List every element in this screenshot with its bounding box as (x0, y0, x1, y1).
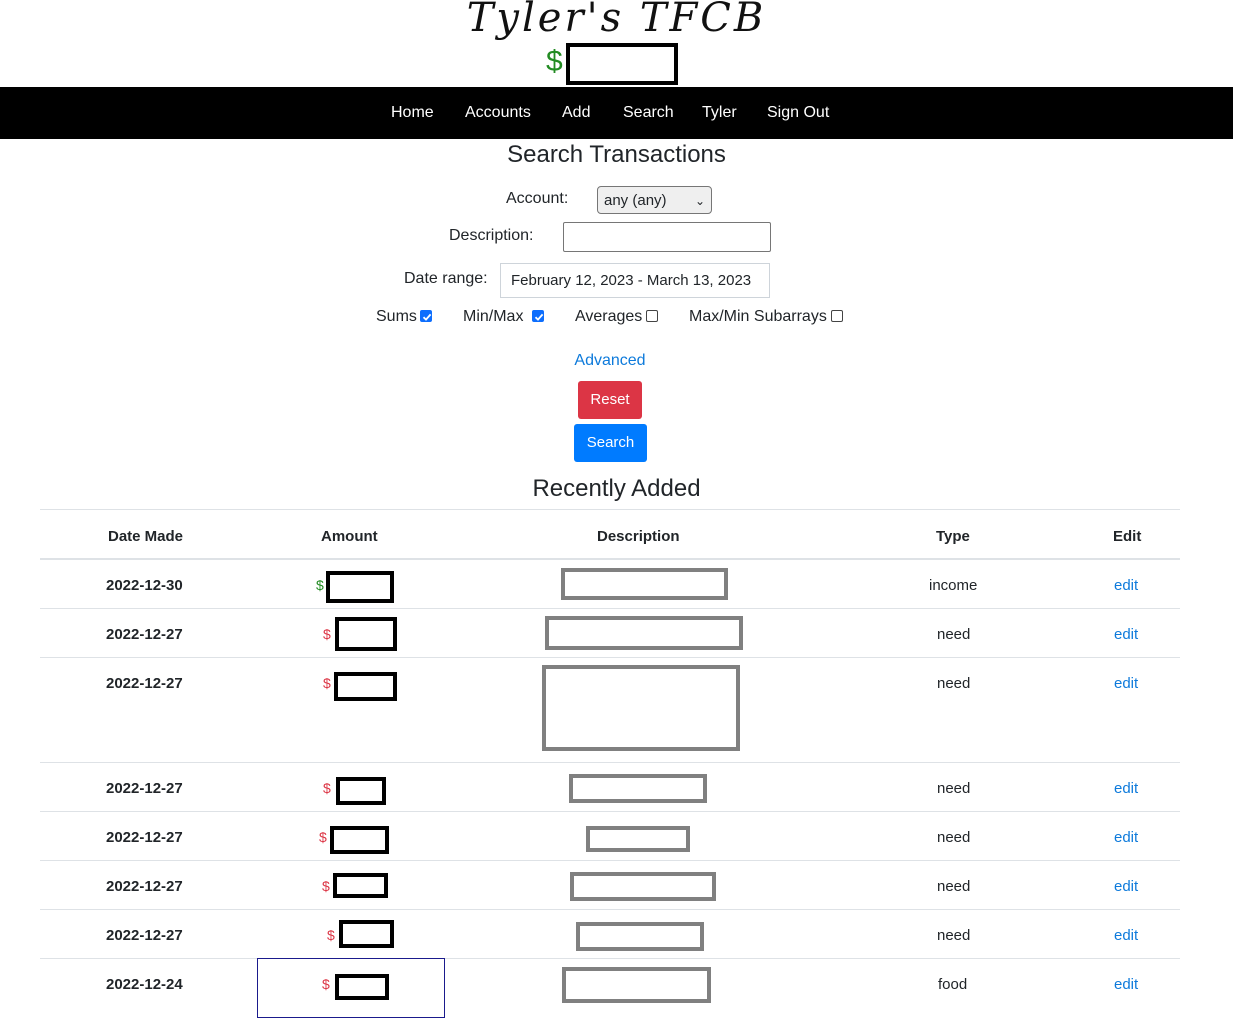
option-sums-label: Sums (376, 308, 417, 325)
row-date: 2022-12-27 (106, 780, 183, 797)
option-averages-label: Averages (575, 308, 643, 325)
option-subarrays-checkbox[interactable] (831, 310, 843, 322)
account-label: Account: (506, 190, 569, 207)
row-amount-currency: $ (323, 626, 331, 642)
row-description-redacted (569, 774, 707, 803)
row-type: need (937, 927, 971, 944)
nav-add[interactable]: Add (562, 87, 590, 139)
row-edit-link[interactable]: edit (1114, 780, 1138, 797)
check-icon (422, 313, 432, 321)
row-type: income (929, 577, 978, 594)
row-description-redacted (576, 922, 704, 951)
account-select[interactable]: any (any) ⌄ (597, 186, 712, 214)
table-row: 2022-12-24 $ food edit (40, 959, 1180, 1007)
row-amount-currency: $ (323, 675, 331, 691)
balance-currency-sign: $ (546, 45, 563, 78)
nav-user[interactable]: Tyler (702, 87, 737, 139)
row-description-redacted (586, 826, 690, 852)
row-amount-redacted (335, 617, 397, 651)
row-date: 2022-12-27 (106, 878, 183, 895)
row-description-redacted (542, 665, 740, 751)
page-title: Search Transactions (507, 141, 726, 168)
row-date: 2022-12-27 (106, 626, 183, 643)
row-amount-currency: $ (319, 829, 327, 845)
row-amount-currency: $ (316, 577, 324, 593)
row-edit-link[interactable]: edit (1114, 878, 1138, 895)
row-date: 2022-12-27 (106, 927, 183, 944)
date-range-label: Date range: (404, 270, 488, 287)
table-row: 2022-12-27 $ need edit (40, 658, 1180, 763)
row-amount-redacted (336, 777, 386, 805)
site-title: Tyler's TFCB (466, 0, 767, 41)
row-description-redacted (570, 872, 716, 901)
table-row: 2022-12-30 $ income edit (40, 560, 1180, 609)
option-sums-checkbox[interactable] (420, 310, 432, 322)
recent-transactions-table: Date Made Amount Description Type Edit 2… (40, 509, 1180, 1007)
navbar: Home Accounts Add Search Tyler Sign Out (0, 87, 1233, 139)
row-date: 2022-12-30 (106, 577, 183, 594)
row-description-redacted (561, 568, 728, 600)
table-row: 2022-12-27 $ need edit (40, 609, 1180, 658)
row-edit-link[interactable]: edit (1114, 976, 1138, 993)
row-edit-link[interactable]: edit (1114, 927, 1138, 944)
column-type: Type (936, 528, 970, 545)
row-edit-link[interactable]: edit (1114, 626, 1138, 643)
row-type: need (937, 780, 971, 797)
row-type: need (937, 675, 971, 692)
nav-sign-out[interactable]: Sign Out (767, 87, 829, 139)
table-row: 2022-12-27 $ need edit (40, 910, 1180, 959)
table-row: 2022-12-27 $ need edit (40, 763, 1180, 812)
row-amount-redacted (326, 571, 394, 603)
nav-home[interactable]: Home (391, 87, 434, 139)
row-amount-currency: $ (327, 927, 335, 943)
row-amount-redacted (333, 873, 388, 898)
column-amount: Amount (321, 528, 378, 545)
account-select-value: any (any) (604, 192, 667, 209)
row-type: need (937, 626, 971, 643)
recently-added-title: Recently Added (532, 475, 701, 502)
row-date: 2022-12-27 (106, 829, 183, 846)
description-input[interactable] (563, 222, 771, 252)
date-range-input[interactable]: February 12, 2023 - March 13, 2023 (500, 263, 770, 298)
row-date: 2022-12-24 (106, 976, 183, 993)
row-amount-currency: $ (323, 780, 331, 796)
column-date-made: Date Made (108, 528, 184, 545)
option-averages-checkbox[interactable] (646, 310, 658, 322)
balance-redacted (566, 43, 678, 85)
nav-accounts[interactable]: Accounts (465, 87, 531, 139)
reset-button[interactable]: Reset (578, 381, 642, 419)
option-subarrays-label: Max/Min Subarrays (689, 308, 827, 325)
row-amount-redacted (339, 920, 394, 948)
check-icon (534, 313, 544, 321)
table-row: 2022-12-27 $ need edit (40, 812, 1180, 861)
row-type: need (937, 878, 971, 895)
table-header: Date Made Amount Description Type Edit (40, 510, 1180, 560)
chevron-down-icon: ⌄ (694, 194, 705, 208)
option-minmax-label: Min/Max (463, 308, 524, 325)
table-row: 2022-12-27 $ need edit (40, 861, 1180, 910)
row-description-redacted (545, 616, 743, 650)
option-minmax-checkbox[interactable] (532, 310, 544, 322)
column-description: Description (597, 528, 680, 545)
row-amount-currency: $ (322, 878, 330, 894)
row-description-redacted (562, 967, 711, 1003)
row-edit-link[interactable]: edit (1114, 829, 1138, 846)
amount-cell-focus-outline (257, 958, 445, 1018)
column-edit: Edit (1113, 528, 1142, 545)
site-header: Tyler's TFCB $ (0, 0, 1233, 87)
advanced-link[interactable]: Advanced (0, 351, 1220, 371)
description-label: Description: (449, 227, 534, 244)
row-type: need (937, 829, 971, 846)
row-type: food (938, 976, 968, 993)
row-edit-link[interactable]: edit (1114, 675, 1138, 692)
row-edit-link[interactable]: edit (1114, 577, 1138, 594)
row-amount-redacted (334, 672, 397, 701)
row-date: 2022-12-27 (106, 675, 183, 692)
nav-search[interactable]: Search (623, 87, 674, 139)
row-amount-redacted (330, 826, 389, 854)
search-button[interactable]: Search (574, 424, 647, 462)
